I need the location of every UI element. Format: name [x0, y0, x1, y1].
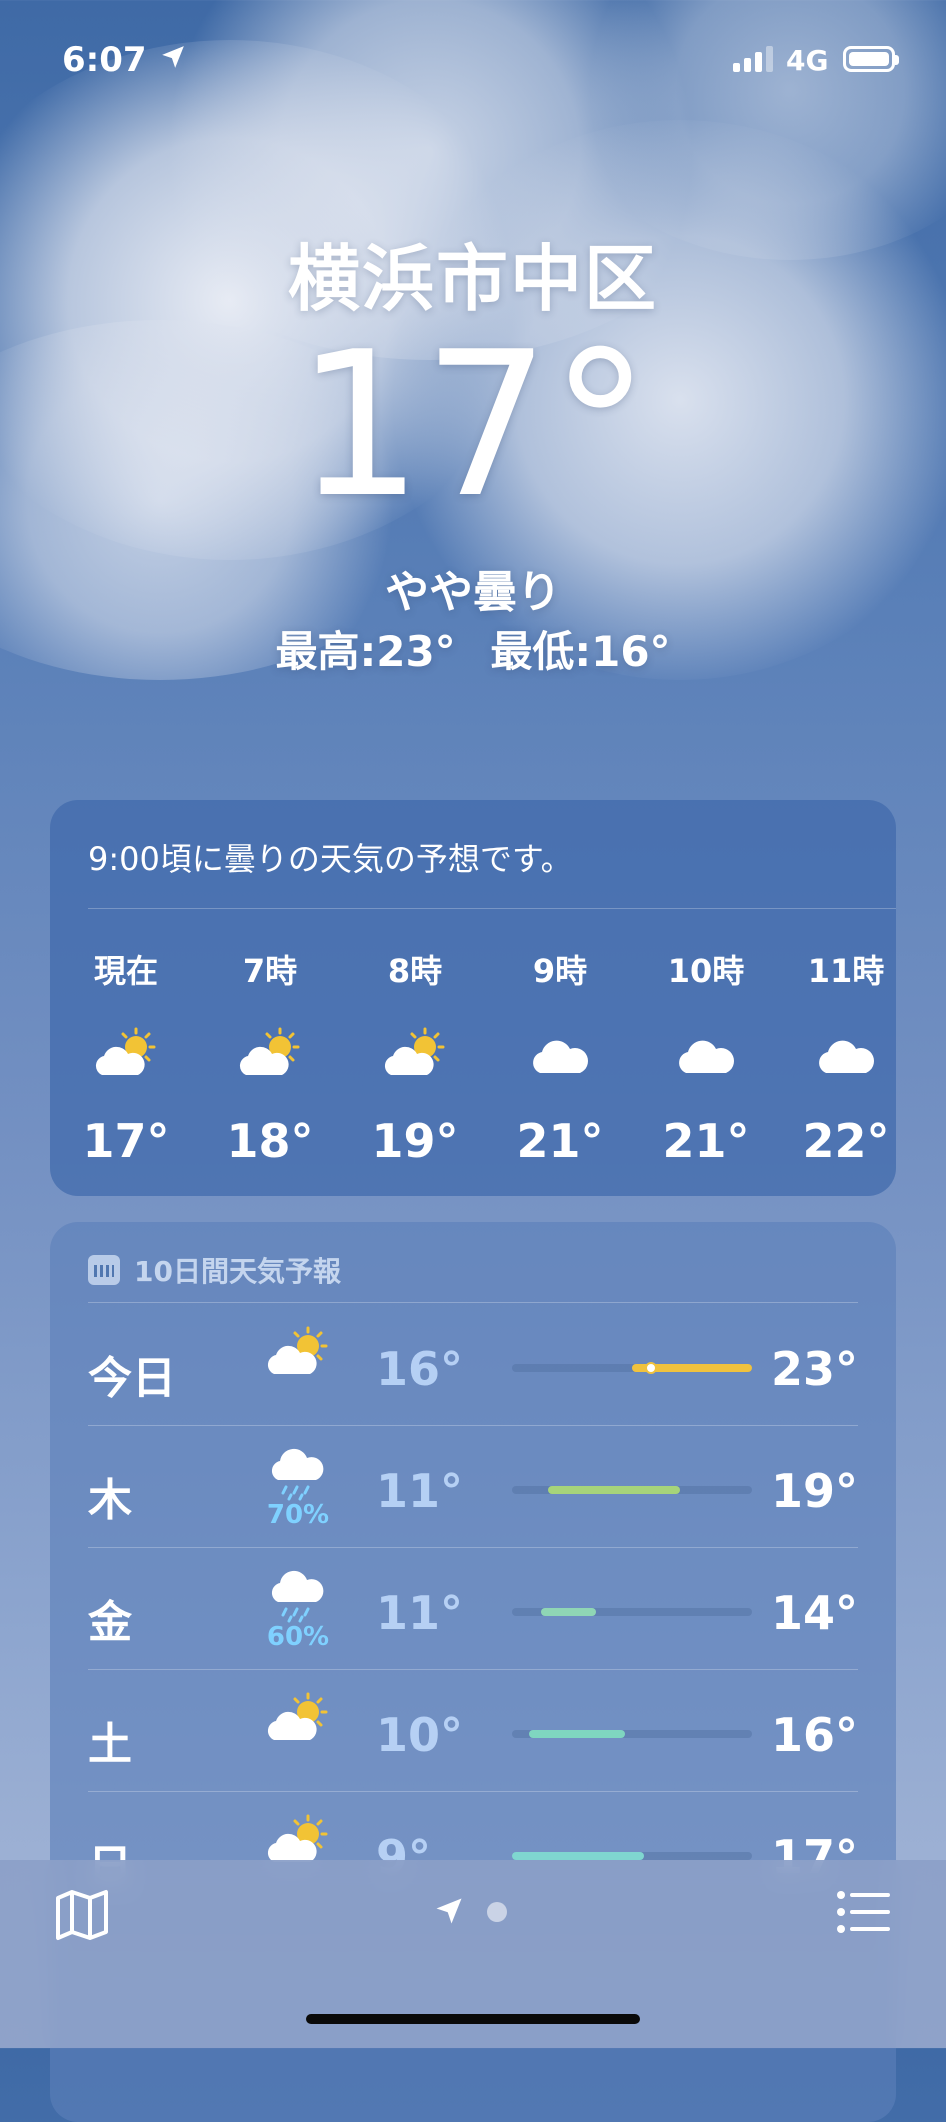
- current-temperature: 17°: [295, 309, 651, 542]
- temp-range-bar: [512, 1362, 752, 1374]
- location-services-icon: [162, 46, 184, 68]
- divider: [88, 908, 896, 909]
- list-icon[interactable]: [836, 1890, 892, 1934]
- day-label: 金: [88, 1597, 132, 1648]
- hour-item: 現在 17°: [66, 946, 186, 1168]
- high-temp: 19°: [770, 1464, 858, 1518]
- hour-temp: 22°: [802, 1114, 890, 1168]
- hourly-forecast-card[interactable]: 9:00頃に曇りの天気の予想です。 現在 17° 7時 18° 8時 19° 9…: [50, 800, 896, 1196]
- rain-icon: [271, 1448, 324, 1501]
- status-time: 6:07: [62, 40, 147, 80]
- day-row[interactable]: 今日 16° 23°: [88, 1304, 858, 1426]
- high-temp: 23°: [770, 1342, 858, 1396]
- hour-label: 7時: [242, 952, 298, 990]
- hour-temp: 21°: [662, 1114, 750, 1168]
- partly-cloudy-icon: [267, 1326, 328, 1374]
- hour-temp: 21°: [516, 1114, 604, 1168]
- divider: [88, 1302, 858, 1303]
- low-temp: 最低:16°: [490, 627, 671, 676]
- day-row[interactable]: 土 10° 16°: [88, 1670, 858, 1792]
- temp-range-bar: [512, 1486, 752, 1494]
- hour-label: 8時: [387, 952, 443, 990]
- precipitation-chance: 70%: [266, 1500, 330, 1530]
- current-condition: やや曇り: [385, 567, 561, 618]
- low-temp: 10°: [376, 1708, 464, 1762]
- temp-range-fill: [512, 1852, 644, 1860]
- temp-range-fill: [540, 1608, 596, 1616]
- hour-label: 10時: [667, 952, 745, 990]
- low-temp: 16°: [376, 1342, 464, 1396]
- partly-cloudy-icon: [267, 1692, 328, 1740]
- ten-day-title: 10日間天気予報: [134, 1255, 341, 1288]
- page-indicator-dot[interactable]: [487, 1902, 507, 1922]
- hour-temp: 17°: [82, 1114, 170, 1168]
- hour-temp: 19°: [371, 1114, 459, 1168]
- home-indicator: [306, 2014, 640, 2024]
- rain-icon: [271, 1570, 324, 1623]
- battery-icon: [843, 46, 899, 72]
- cloud-icon: [679, 1040, 734, 1073]
- ten-day-header: 10日間天気予報: [88, 1250, 341, 1290]
- hour-item: 7時 18°: [210, 946, 330, 1168]
- hour-item: 8時 19°: [355, 946, 475, 1168]
- temp-range-bar: [512, 1852, 752, 1860]
- hour-label: 11時: [807, 952, 885, 990]
- partly-cloudy-icon: [384, 1027, 445, 1075]
- temp-range-fill: [548, 1486, 680, 1494]
- temp-range-fill: [528, 1730, 625, 1738]
- hour-item: 9時 21°: [500, 946, 620, 1168]
- high-temp: 14°: [770, 1586, 858, 1640]
- day-label: 土: [88, 1719, 132, 1770]
- calendar-icon: [88, 1255, 120, 1285]
- hour-label: 9時: [532, 952, 588, 990]
- day-row[interactable]: 木 70% 11° 19°: [88, 1426, 858, 1548]
- signal-icon: [733, 46, 773, 72]
- map-icon[interactable]: [54, 1886, 110, 1942]
- low-temp: 11°: [376, 1464, 464, 1518]
- low-temp: 11°: [376, 1586, 464, 1640]
- precipitation-chance: 60%: [266, 1622, 330, 1652]
- high-temp: 16°: [770, 1708, 858, 1762]
- hour-temp: 18°: [226, 1114, 314, 1168]
- partly-cloudy-icon: [239, 1027, 300, 1075]
- hourly-summary: 9:00頃に曇りの天気の予想です。: [88, 840, 573, 878]
- day-label: 木: [88, 1475, 132, 1526]
- hour-label: 現在: [93, 952, 158, 990]
- hour-item: 11時 22°: [786, 946, 906, 1168]
- status-bar: 6:07 4G: [0, 0, 946, 120]
- high-low: 最高:23° 最低:16°: [0, 618, 946, 679]
- location-arrow-icon[interactable]: [434, 1896, 464, 1926]
- hour-item: 10時 21°: [646, 946, 766, 1168]
- day-label: 今日: [88, 1353, 176, 1404]
- partly-cloudy-icon: [95, 1027, 156, 1075]
- cloud-icon: [819, 1040, 874, 1073]
- current-temp-marker: [645, 1362, 658, 1374]
- high-temp: 最高:23°: [275, 627, 456, 676]
- day-row[interactable]: 金 60% 11° 14°: [88, 1548, 858, 1670]
- network-type: 4G: [786, 44, 829, 77]
- temp-range-bar: [512, 1608, 752, 1616]
- cloud-icon: [533, 1040, 588, 1073]
- temp-range-bar: [512, 1730, 752, 1738]
